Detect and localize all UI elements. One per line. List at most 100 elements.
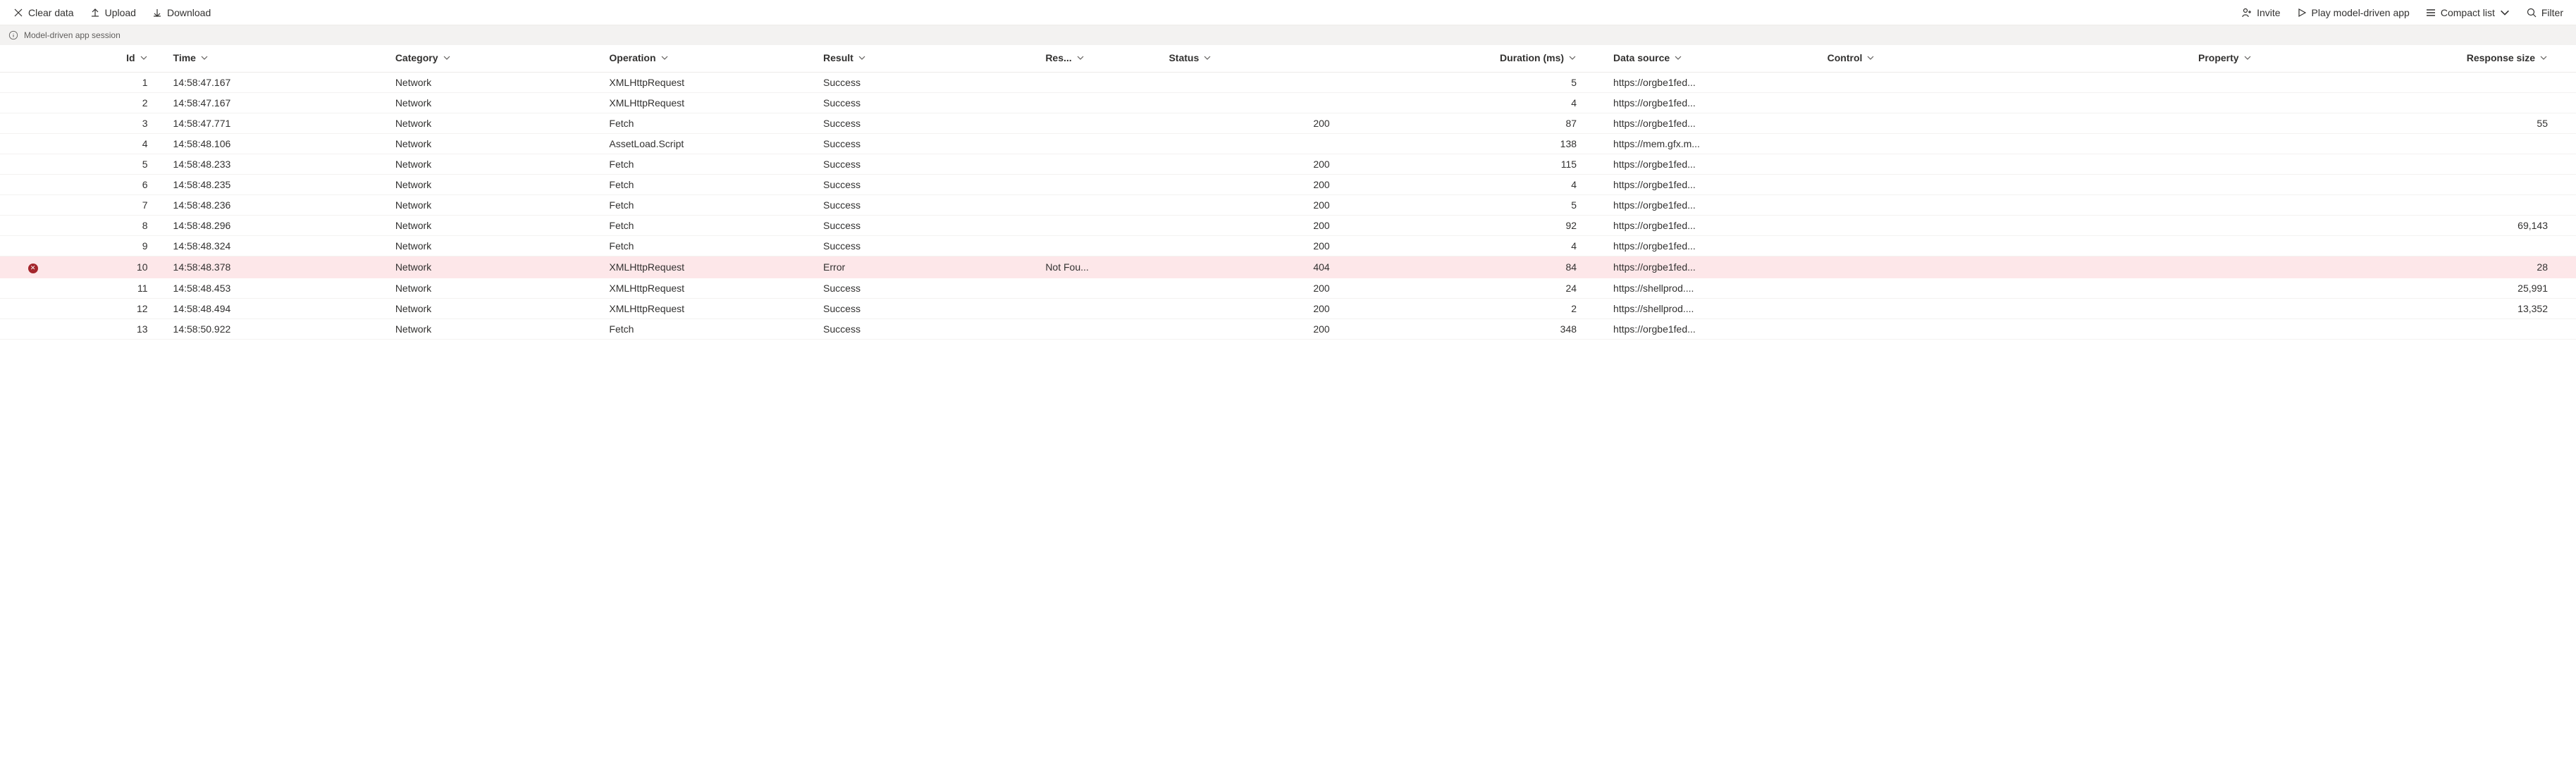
cell-time: 14:58:47.771 [165, 113, 387, 134]
cell-category: Network [387, 93, 601, 113]
cell-icon [0, 278, 66, 298]
chevron-down-icon [443, 54, 451, 62]
upload-button[interactable]: Upload [88, 4, 137, 21]
cell-status: 200 [1160, 216, 1357, 236]
cell-status: 200 [1160, 278, 1357, 298]
cell-icon [0, 175, 66, 195]
play-button[interactable]: Play model-driven app [2295, 4, 2411, 21]
cell-icon [0, 256, 66, 278]
cell-duration: 4 [1358, 236, 1605, 256]
clear-data-button[interactable]: Clear data [11, 4, 75, 21]
cell-icon [0, 236, 66, 256]
view-mode-button[interactable]: Compact list [2424, 4, 2512, 21]
cell-control [1819, 93, 2033, 113]
cell-status: 200 [1160, 318, 1357, 339]
info-icon [8, 30, 18, 40]
view-mode-label: Compact list [2441, 7, 2495, 18]
table-row[interactable]: 614:58:48.235NetworkFetchSuccess2004http… [0, 175, 2576, 195]
table-row[interactable]: 1314:58:50.922NetworkFetchSuccess200348h… [0, 318, 2576, 339]
cell-category: Network [387, 113, 601, 134]
cell-res [1037, 216, 1160, 236]
cell-status [1160, 134, 1357, 154]
cell-time: 14:58:47.167 [165, 73, 387, 93]
cell-status: 200 [1160, 154, 1357, 175]
cell-responsesize [2280, 175, 2576, 195]
cell-property [2033, 73, 2279, 93]
col-header-res[interactable]: Res... [1045, 52, 1084, 63]
download-button[interactable]: Download [150, 4, 212, 21]
cell-property [2033, 93, 2279, 113]
cell-category: Network [387, 236, 601, 256]
col-header-operation[interactable]: Operation [609, 52, 668, 63]
table-row[interactable]: 814:58:48.296NetworkFetchSuccess20092htt… [0, 216, 2576, 236]
cell-responsesize [2280, 93, 2576, 113]
cell-result: Success [815, 134, 1037, 154]
cell-time: 14:58:47.167 [165, 93, 387, 113]
filter-label: Filter [2541, 7, 2563, 18]
cell-res [1037, 134, 1160, 154]
cell-control [1819, 298, 2033, 318]
table-row[interactable]: 1114:58:48.453NetworkXMLHttpRequestSucce… [0, 278, 2576, 298]
table-row[interactable]: 1214:58:48.494NetworkXMLHttpRequestSucce… [0, 298, 2576, 318]
cell-time: 14:58:48.296 [165, 216, 387, 236]
cell-res [1037, 298, 1160, 318]
cell-operation: XMLHttpRequest [600, 73, 815, 93]
play-icon [2296, 7, 2307, 18]
cell-status: 200 [1160, 236, 1357, 256]
cell-duration: 87 [1358, 113, 1605, 134]
col-header-category[interactable]: Category [395, 52, 451, 63]
filter-icon [2526, 7, 2537, 18]
table-row[interactable]: 114:58:47.167NetworkXMLHttpRequestSucces… [0, 73, 2576, 93]
chevron-down-icon [2539, 54, 2548, 62]
table-row[interactable]: 414:58:48.106NetworkAssetLoad.ScriptSucc… [0, 134, 2576, 154]
cell-control [1819, 236, 2033, 256]
cell-operation: Fetch [600, 113, 815, 134]
table-row[interactable]: 714:58:48.236NetworkFetchSuccess2005http… [0, 195, 2576, 216]
col-header-result[interactable]: Result [823, 52, 866, 63]
col-header-duration[interactable]: Duration (ms) [1500, 52, 1577, 63]
cell-operation: Fetch [600, 154, 815, 175]
cell-result: Success [815, 113, 1037, 134]
person-add-icon [2241, 7, 2253, 18]
cell-duration: 92 [1358, 216, 1605, 236]
filter-button[interactable]: Filter [2525, 4, 2565, 21]
cell-property [2033, 134, 2279, 154]
cell-datasource: https://orgbe1fed... [1605, 175, 1819, 195]
cell-duration: 84 [1358, 256, 1605, 278]
cell-responsesize: 13,352 [2280, 298, 2576, 318]
cell-operation: Fetch [600, 216, 815, 236]
cell-control [1819, 113, 2033, 134]
table-row[interactable]: 914:58:48.324NetworkFetchSuccess2004http… [0, 236, 2576, 256]
error-icon [28, 264, 38, 273]
cell-id: 2 [66, 93, 164, 113]
col-header-responsesize[interactable]: Response size [2467, 52, 2548, 63]
cell-responsesize [2280, 154, 2576, 175]
table-row[interactable]: 1014:58:48.378NetworkXMLHttpRequestError… [0, 256, 2576, 278]
table-row[interactable]: 514:58:48.233NetworkFetchSuccess200115ht… [0, 154, 2576, 175]
cell-res [1037, 93, 1160, 113]
cell-id: 11 [66, 278, 164, 298]
invite-button[interactable]: Invite [2240, 4, 2281, 21]
session-bar: Model-driven app session [0, 25, 2576, 45]
cell-time: 14:58:48.233 [165, 154, 387, 175]
col-header-status[interactable]: Status [1169, 52, 1212, 63]
table-row[interactable]: 314:58:47.771NetworkFetchSuccess20087htt… [0, 113, 2576, 134]
cell-category: Network [387, 73, 601, 93]
cell-id: 1 [66, 73, 164, 93]
cell-responsesize [2280, 134, 2576, 154]
cell-responsesize: 55 [2280, 113, 2576, 134]
cell-responsesize: 69,143 [2280, 216, 2576, 236]
compact-list-icon [2425, 7, 2436, 18]
col-header-id[interactable]: Id [126, 52, 147, 63]
cell-result: Success [815, 154, 1037, 175]
cell-property [2033, 154, 2279, 175]
table-row[interactable]: 214:58:47.167NetworkXMLHttpRequestSucces… [0, 93, 2576, 113]
cell-id: 10 [66, 256, 164, 278]
cell-result: Success [815, 318, 1037, 339]
cell-datasource: https://orgbe1fed... [1605, 73, 1819, 93]
col-header-datasource[interactable]: Data source [1613, 52, 1682, 63]
col-header-control[interactable]: Control [1828, 52, 1875, 63]
cell-result: Success [815, 278, 1037, 298]
col-header-time[interactable]: Time [173, 52, 209, 63]
col-header-property[interactable]: Property [2198, 52, 2252, 63]
